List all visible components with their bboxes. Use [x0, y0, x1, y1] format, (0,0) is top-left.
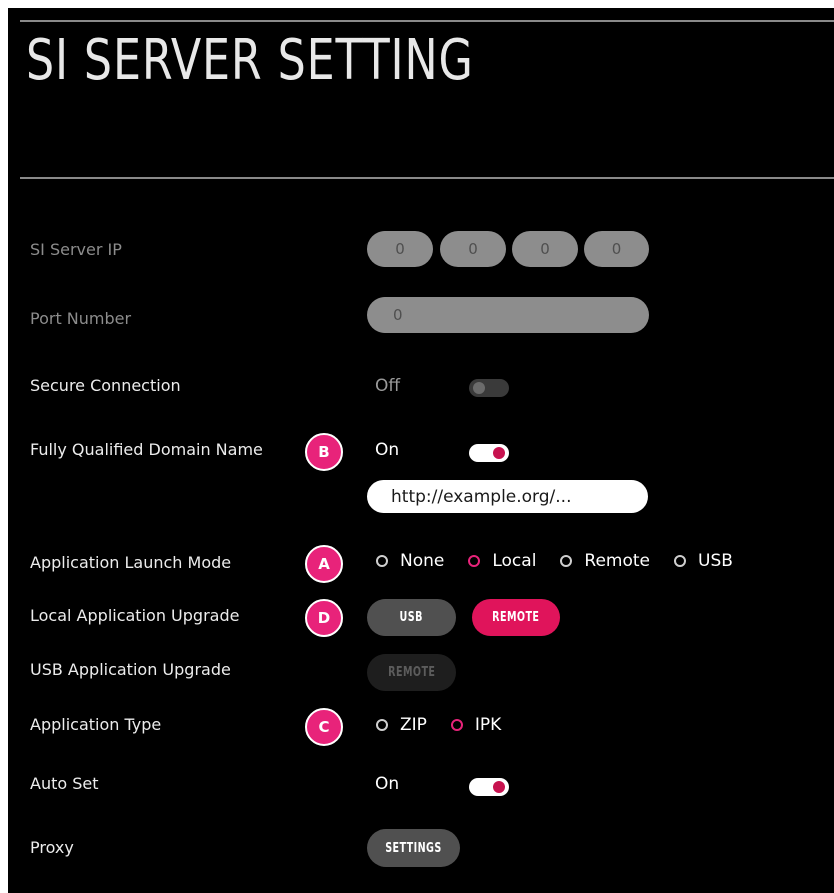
auto-set-toggle[interactable] — [469, 778, 509, 796]
local-upgrade-usb-button[interactable]: USB — [367, 599, 456, 636]
auto-set-state: On — [375, 774, 400, 794]
radio-label: None — [400, 551, 445, 571]
radio-label: Local — [492, 551, 537, 571]
port-number-field[interactable]: 0 — [367, 297, 649, 333]
app-type-zip-radio[interactable]: ZIP — [376, 715, 427, 735]
proxy-label: Proxy — [30, 838, 74, 857]
proxy-settings-button[interactable]: SETTINGS — [367, 829, 460, 867]
usb-upgrade-remote-button[interactable]: REMOTE — [367, 654, 456, 691]
fqdn-state: On — [375, 440, 400, 460]
radio-dot-selected-icon — [468, 555, 481, 567]
callout-badge-a: A — [305, 545, 343, 583]
port-number-label: Port Number — [30, 309, 132, 328]
radio-dot-icon — [560, 555, 573, 567]
page-title: SI SERVER SETTING — [26, 28, 474, 93]
button-label: REMOTE — [492, 610, 540, 625]
usb-app-upgrade-label: USB Application Upgrade — [30, 660, 231, 679]
toggle-knob — [473, 382, 485, 394]
local-app-upgrade-label: Local Application Upgrade — [30, 606, 240, 625]
app-launch-mode-label: Application Launch Mode — [30, 553, 232, 572]
fqdn-url-field[interactable]: http://example.org/... — [367, 480, 648, 513]
radio-dot-icon — [376, 719, 388, 731]
button-label: REMOTE — [387, 665, 436, 680]
secure-connection-toggle[interactable] — [469, 379, 509, 397]
auto-set-label: Auto Set — [30, 774, 99, 793]
fqdn-label: Fully Qualified Domain Name — [30, 440, 263, 459]
radio-label: Remote — [584, 551, 651, 571]
local-upgrade-remote-button[interactable]: REMOTE — [472, 599, 560, 636]
launch-mode-none-radio[interactable]: None — [376, 551, 444, 571]
radio-dot-icon — [376, 555, 388, 567]
si-server-ip-label: SI Server IP — [30, 240, 122, 259]
launch-mode-radio-group: None Local Remote USB — [376, 551, 757, 571]
top-divider — [20, 20, 834, 22]
ip-octet-2-field[interactable]: 0 — [440, 231, 506, 267]
radio-dot-selected-icon — [450, 719, 463, 731]
secure-connection-state: Off — [375, 376, 401, 396]
ip-octet-1-field[interactable]: 0 — [367, 231, 433, 267]
callout-badge-d: D — [305, 599, 343, 637]
app-type-label: Application Type — [30, 715, 162, 734]
callout-badge-c: C — [305, 708, 343, 746]
radio-label: USB — [698, 551, 733, 571]
ip-octet-3-field[interactable]: 0 — [512, 231, 578, 267]
fqdn-toggle[interactable] — [469, 444, 509, 462]
radio-dot-icon — [674, 555, 687, 567]
app-type-radio-group: ZIP IPK — [376, 715, 525, 735]
app-type-ipk-radio[interactable]: IPK — [450, 715, 502, 735]
toggle-knob — [493, 447, 505, 459]
secure-connection-label: Secure Connection — [30, 376, 181, 395]
launch-mode-usb-radio[interactable]: USB — [674, 551, 733, 571]
callout-badge-b: B — [305, 433, 343, 471]
radio-label: IPK — [474, 715, 502, 735]
button-label: USB — [399, 610, 424, 625]
radio-label: ZIP — [400, 715, 427, 735]
button-label: SETTINGS — [385, 840, 442, 856]
ip-octet-4-field[interactable]: 0 — [584, 231, 649, 267]
launch-mode-local-radio[interactable]: Local — [468, 551, 536, 571]
title-divider — [20, 177, 834, 179]
toggle-knob — [493, 781, 505, 793]
launch-mode-remote-radio[interactable]: Remote — [560, 551, 650, 571]
